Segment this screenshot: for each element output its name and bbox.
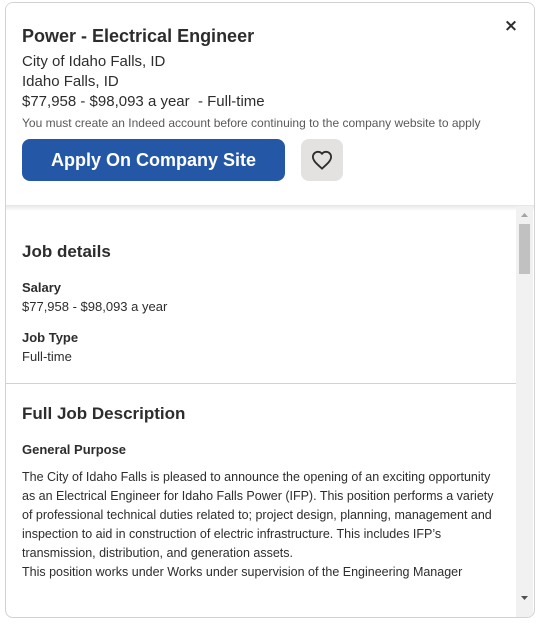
job-title: Power - Electrical Engineer — [22, 26, 255, 46]
salary-value: $77,958 - $98,093 a year — [22, 299, 168, 314]
job-body-scroll[interactable]: Job details Salary $77,958 - $98,093 a y… — [6, 206, 534, 617]
salary-label: Salary — [22, 280, 62, 295]
job-detail-panel: × Power - Electrical Engineer City of Id… — [5, 2, 535, 618]
full-description-heading: Full Job Description — [22, 404, 186, 423]
scrollbar[interactable] — [516, 206, 533, 617]
salary-and-type: $77,958 - $98,093 a year - Full-time — [22, 93, 265, 110]
job-header: × Power - Electrical Engineer City of Id… — [6, 3, 534, 206]
job-location: Idaho Falls, ID — [22, 73, 119, 90]
job-type-label: Job Type — [22, 330, 79, 345]
scroll-down-arrow-icon[interactable] — [516, 593, 533, 603]
description-line: This position works under Works under su… — [22, 565, 463, 579]
job-type-value: Full-time — [22, 349, 72, 364]
scroll-up-arrow-icon[interactable] — [516, 210, 533, 220]
save-job-button[interactable] — [301, 139, 343, 181]
job-body: Job details Salary $77,958 - $98,093 a y… — [6, 206, 516, 617]
apply-button[interactable]: Apply On Company Site — [22, 139, 285, 181]
scrollbar-thumb[interactable] — [519, 224, 530, 274]
job-details-heading: Job details — [22, 242, 111, 261]
account-notice: You must create an Indeed account before… — [22, 116, 481, 130]
description-paragraph: The City of Idaho Falls is pleased to an… — [22, 470, 494, 560]
close-icon[interactable]: × — [502, 15, 520, 37]
heart-icon — [311, 150, 333, 170]
company-name: City of Idaho Falls, ID — [22, 53, 166, 70]
section-divider — [6, 383, 516, 384]
description-text: The City of Idaho Falls is pleased to an… — [22, 468, 500, 582]
general-purpose-heading: General Purpose — [22, 442, 127, 457]
